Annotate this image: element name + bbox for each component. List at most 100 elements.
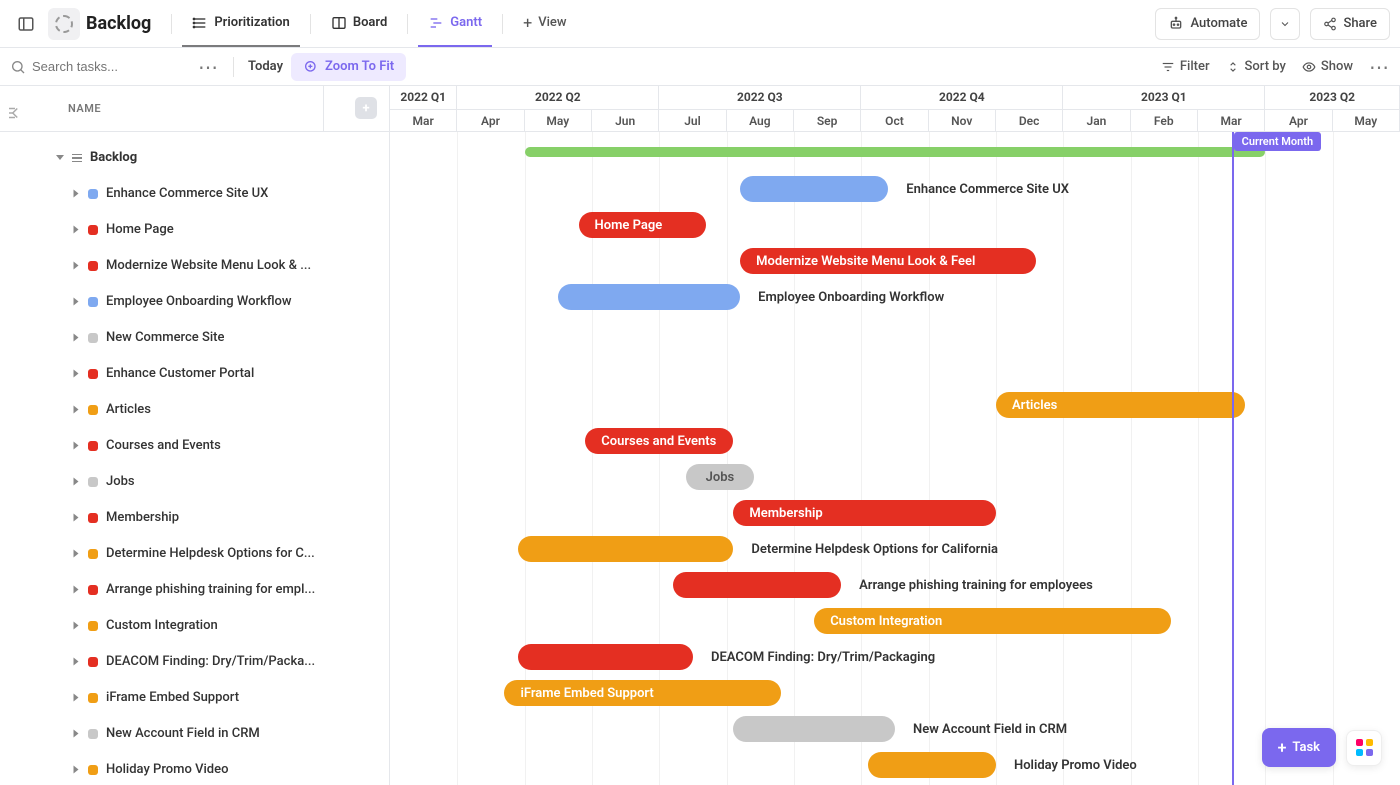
month-cell: Apr bbox=[457, 110, 524, 132]
month-cell: Feb bbox=[1131, 110, 1198, 132]
header: Backlog Prioritization Board Gantt + Vie… bbox=[0, 0, 1400, 48]
tree-item-row[interactable]: Modernize Website Menu Look & ... bbox=[0, 248, 389, 284]
gantt-bar[interactable] bbox=[558, 284, 740, 310]
status-color-swatch bbox=[88, 621, 98, 631]
month-cell: Dec bbox=[996, 110, 1063, 132]
group-summary-bar[interactable] bbox=[525, 147, 1266, 157]
caret-right-icon bbox=[74, 298, 79, 306]
tree-item-row[interactable]: Determine Helpdesk Options for C... bbox=[0, 536, 389, 572]
task-tree: Backlog Enhance Commerce Site UXHome Pag… bbox=[0, 132, 389, 785]
add-column-button[interactable]: + bbox=[355, 97, 377, 119]
tree-item-row[interactable]: Home Page bbox=[0, 212, 389, 248]
toolbar-more-button[interactable]: ⋯ bbox=[1369, 55, 1390, 79]
caret-right-icon bbox=[74, 190, 79, 198]
task-label: DEACOM Finding: Dry/Trim/Packa... bbox=[106, 654, 315, 669]
month-cell: Mar bbox=[390, 110, 457, 132]
gantt-bar[interactable]: iFrame Embed Support bbox=[504, 680, 780, 706]
automate-button[interactable]: Automate bbox=[1155, 8, 1260, 40]
header-right: Automate Share bbox=[1155, 8, 1390, 40]
month-cell: Mar bbox=[1198, 110, 1265, 132]
task-label: Custom Integration bbox=[106, 618, 218, 633]
tree-item-row[interactable]: Employee Onboarding Workflow bbox=[0, 284, 389, 320]
tree-item-row[interactable]: Custom Integration bbox=[0, 608, 389, 644]
gantt-bar-label: DEACOM Finding: Dry/Trim/Packaging bbox=[711, 644, 935, 670]
month-cell: Jan bbox=[1063, 110, 1130, 132]
tree-item-row[interactable]: Holiday Promo Video bbox=[0, 752, 389, 785]
tab-prioritization[interactable]: Prioritization bbox=[182, 1, 299, 47]
show-button[interactable]: Show bbox=[1302, 59, 1353, 74]
gantt-bar-label: Determine Helpdesk Options for Californi… bbox=[751, 536, 998, 562]
tree-item-row[interactable]: New Commerce Site bbox=[0, 320, 389, 356]
gantt-bar[interactable]: Home Page bbox=[579, 212, 707, 238]
gantt-bar-label: Employee Onboarding Workflow bbox=[758, 284, 944, 310]
tab-gantt[interactable]: Gantt bbox=[418, 1, 492, 47]
status-color-swatch bbox=[88, 585, 98, 595]
name-column-label: NAME bbox=[68, 102, 101, 115]
sidebar-header: NAME + bbox=[0, 86, 389, 132]
gantt-bar[interactable]: Custom Integration bbox=[814, 608, 1171, 634]
gantt-bar[interactable]: Modernize Website Menu Look & Feel bbox=[740, 248, 1036, 274]
quarter-cell: 2023 Q2 bbox=[1265, 86, 1400, 109]
sort-icon bbox=[1226, 60, 1240, 74]
month-cell: Jun bbox=[592, 110, 659, 132]
tree-item-row[interactable]: Articles bbox=[0, 392, 389, 428]
tree-group-row[interactable]: Backlog bbox=[0, 140, 389, 176]
task-label: Modernize Website Menu Look & ... bbox=[106, 258, 311, 273]
search-input[interactable] bbox=[32, 59, 172, 74]
tree-item-row[interactable]: iFrame Embed Support bbox=[0, 680, 389, 716]
tree-item-row[interactable]: DEACOM Finding: Dry/Trim/Packa... bbox=[0, 644, 389, 680]
status-color-swatch bbox=[88, 441, 98, 451]
gantt-bar[interactable] bbox=[740, 176, 888, 202]
caret-right-icon bbox=[74, 514, 79, 522]
tree-item-row[interactable]: Enhance Customer Portal bbox=[0, 356, 389, 392]
status-color-swatch bbox=[88, 549, 98, 559]
toolbar-right: Filter Sort by Show ⋯ bbox=[1161, 55, 1390, 79]
gantt-bar[interactable] bbox=[673, 572, 841, 598]
today-button[interactable]: Today bbox=[248, 59, 283, 74]
gantt-body[interactable]: Current MonthEnhance Commerce Site UXHom… bbox=[390, 132, 1400, 785]
task-label: Courses and Events bbox=[106, 438, 221, 453]
month-cell: May bbox=[525, 110, 592, 132]
gantt-bar[interactable] bbox=[733, 716, 895, 742]
tab-board[interactable]: Board bbox=[321, 1, 397, 47]
zoom-to-fit-button[interactable]: Zoom To Fit bbox=[291, 53, 406, 81]
gantt-bar[interactable]: Courses and Events bbox=[585, 428, 733, 454]
gantt-bar[interactable] bbox=[868, 752, 996, 778]
task-label: iFrame Embed Support bbox=[106, 690, 239, 705]
filter-button[interactable]: Filter bbox=[1161, 59, 1210, 74]
tree-item-row[interactable]: Membership bbox=[0, 500, 389, 536]
status-color-swatch bbox=[88, 513, 98, 523]
tree-item-row[interactable]: Courses and Events bbox=[0, 428, 389, 464]
tree-item-row[interactable]: Arrange phishing training for empl... bbox=[0, 572, 389, 608]
tree-item-row[interactable]: Enhance Commerce Site UX bbox=[0, 176, 389, 212]
sort-button[interactable]: Sort by bbox=[1226, 59, 1286, 74]
caret-right-icon bbox=[74, 586, 79, 594]
automate-dropdown[interactable] bbox=[1270, 8, 1300, 40]
share-button[interactable]: Share bbox=[1310, 8, 1390, 40]
tree-item-row[interactable]: Jobs bbox=[0, 464, 389, 500]
filter-icon bbox=[1161, 60, 1175, 74]
add-view-button[interactable]: + View bbox=[513, 1, 576, 47]
new-task-fab[interactable]: + Task bbox=[1262, 728, 1336, 767]
toolbar-left: ⋯ Today Zoom To Fit bbox=[10, 53, 1153, 81]
month-cell: Apr bbox=[1265, 110, 1332, 132]
gantt-bar[interactable] bbox=[518, 536, 733, 562]
collapse-sidebar-button[interactable] bbox=[10, 8, 42, 40]
collapse-tree-button[interactable] bbox=[6, 104, 24, 126]
gantt-bar-label: New Account Field in CRM bbox=[913, 716, 1067, 742]
list-status-icon bbox=[48, 8, 80, 40]
gantt-bar[interactable]: Jobs bbox=[686, 464, 753, 490]
caret-right-icon bbox=[74, 658, 79, 666]
tree-item-row[interactable]: New Account Field in CRM bbox=[0, 716, 389, 752]
caret-right-icon bbox=[74, 262, 79, 270]
status-color-swatch bbox=[88, 657, 98, 667]
search-more-button[interactable]: ⋯ bbox=[198, 55, 219, 79]
gantt-bar[interactable]: Membership bbox=[733, 500, 996, 526]
apps-fab[interactable] bbox=[1346, 730, 1382, 766]
task-label: Enhance Customer Portal bbox=[106, 366, 254, 381]
status-color-swatch bbox=[88, 225, 98, 235]
gantt-bar[interactable] bbox=[518, 644, 693, 670]
caret-right-icon bbox=[74, 406, 79, 414]
gantt-bar[interactable]: Articles bbox=[996, 392, 1245, 418]
share-icon bbox=[1323, 17, 1337, 31]
